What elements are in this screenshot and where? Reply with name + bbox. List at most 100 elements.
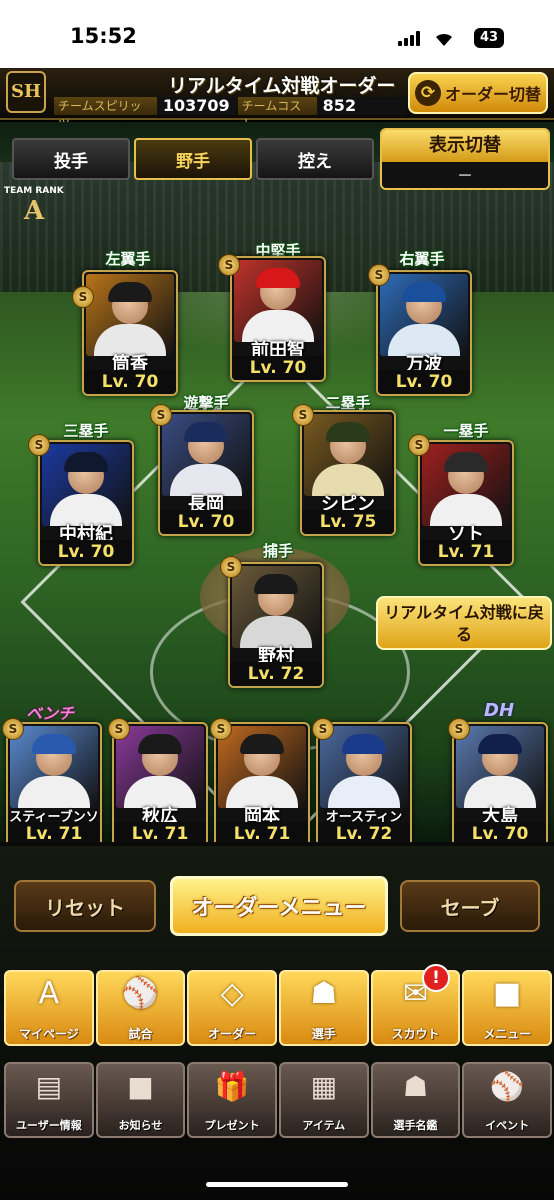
nav-label: イベント: [485, 1119, 530, 1132]
position-label: 三塁手: [63, 422, 109, 440]
display-toggle-label: 表示切替: [382, 130, 548, 162]
team-rank: TEAM RANK A: [4, 186, 64, 232]
player-portrait: [320, 726, 408, 808]
skill-coin-icon: S: [72, 286, 94, 308]
player-portrait: [116, 726, 204, 808]
bench-label: ベンチ: [26, 704, 75, 723]
battery-icon: 43: [474, 28, 504, 48]
nav-label: 選手: [311, 1027, 336, 1041]
save-button[interactable]: セーブ: [400, 880, 540, 932]
player-card[interactable]: 万波 Lv. 70: [376, 270, 472, 396]
nav-icon: ▦: [310, 1070, 338, 1103]
nav-label: 選手名鑑: [393, 1119, 438, 1132]
status-bar: 15:52 43: [0, 0, 554, 68]
player-card[interactable]: 中村紀 Lv. 70: [38, 440, 134, 566]
player-portrait: [456, 726, 544, 808]
swap-order-button[interactable]: ⟳ オーダー切替: [408, 72, 548, 114]
nav-primary-1[interactable]: ⚾ 試合: [95, 970, 186, 1046]
nav-icon: ⚾: [121, 976, 160, 1011]
player-portrait: [218, 726, 306, 808]
team-stats: チームスピリッツ 103709 チームコスト 852: [54, 96, 408, 131]
skill-coin-icon: S: [108, 718, 130, 740]
player-portrait: [162, 414, 250, 496]
tab-reserve[interactable]: 控え: [256, 138, 374, 180]
nav-label: プレゼント: [204, 1119, 260, 1132]
nav-secondary-1[interactable]: ■ お知らせ: [95, 1062, 186, 1138]
skill-coin-icon: S: [28, 434, 50, 456]
nav-label: アイテム: [302, 1119, 346, 1132]
player-card[interactable]: 筒香 Lv. 70: [82, 270, 178, 396]
tab-pitcher[interactable]: 投手: [12, 138, 130, 180]
position-label: 一塁手: [443, 422, 489, 440]
skill-coin-icon: S: [312, 718, 334, 740]
player-portrait: [304, 414, 392, 496]
nav-icon: ⚾: [489, 1070, 525, 1103]
skill-coin-icon: S: [210, 718, 232, 740]
nav-label: マイページ: [18, 1027, 79, 1041]
player-portrait: [422, 444, 510, 526]
player-level: Lv. 72: [230, 662, 322, 686]
nav-icon: ☗: [310, 976, 338, 1011]
player-card[interactable]: シピン Lv. 75: [300, 410, 396, 536]
nav-secondary-5[interactable]: ⚾ イベント: [462, 1062, 553, 1138]
tab-fielder[interactable]: 野手: [134, 138, 252, 180]
nav-icon: A: [38, 976, 60, 1011]
secondary-nav: ▤ ユーザー情報 ■ お知らせ 🎁 プレゼント ▦ アイテム ☗ 選手名鑑 ⚾ イベント: [4, 1062, 553, 1138]
nav-label: スカウト: [391, 1027, 440, 1041]
team-logo: SH: [6, 71, 46, 113]
player-card[interactable]: 大島 Lv. 70: [452, 722, 548, 848]
nav-icon: ▤: [35, 1070, 63, 1103]
nav-primary-0[interactable]: A マイページ: [4, 970, 94, 1046]
signal-icon: [398, 30, 424, 46]
skill-coin-icon: S: [368, 264, 390, 286]
skill-coin-icon: S: [218, 254, 240, 276]
player-card[interactable]: 長岡 Lv. 70: [158, 410, 254, 536]
nav-secondary-3[interactable]: ▦ アイテム: [279, 1062, 369, 1138]
player-card[interactable]: ソト Lv. 71: [418, 440, 514, 566]
nav-primary-2[interactable]: ◇ オーダー: [187, 970, 278, 1046]
team-cost-label: チームコスト: [237, 97, 317, 131]
player-level: Lv. 70: [40, 540, 132, 564]
player-card[interactable]: オースティン Lv. 72: [316, 722, 412, 848]
player-portrait: [232, 566, 320, 648]
wifi-icon: [436, 33, 452, 46]
back-to-realtime-button[interactable]: リアルタイム対戦に戻る: [376, 596, 552, 650]
player-card[interactable]: 岡本 Lv. 71: [214, 722, 310, 848]
skill-coin-icon: S: [448, 718, 470, 740]
player-card[interactable]: 前田智 Lv. 70: [230, 256, 326, 382]
team-spirits-value: 103709: [156, 97, 236, 115]
player-level: Lv. 70: [378, 370, 470, 394]
nav-label: オーダー: [208, 1027, 257, 1041]
player-level: Lv. 70: [232, 356, 324, 380]
nav-secondary-0[interactable]: ▤ ユーザー情報: [4, 1062, 94, 1138]
player-card[interactable]: スティーブンソンLv. 71: [6, 722, 102, 848]
order-header: SH リアルタイム対戦オーダー チームスピリッツ 103709 チームコスト 8…: [0, 68, 554, 131]
player-card[interactable]: 野村 Lv. 72: [228, 562, 324, 688]
team-rank-label: TEAM RANK: [4, 186, 64, 196]
player-level: Lv. 70: [84, 370, 176, 394]
nav-label: お知らせ: [118, 1119, 163, 1132]
nav-icon: ☗: [402, 1070, 429, 1103]
order-menu-button[interactable]: オーダーメニュー: [170, 876, 388, 936]
display-toggle-button[interactable]: 表示切替 －: [380, 128, 550, 190]
nav-secondary-4[interactable]: ☗ 選手名鑑: [370, 1062, 461, 1138]
position-label: 捕手: [262, 542, 293, 560]
status-time: 15:52: [70, 24, 137, 48]
nav-secondary-2[interactable]: 🎁 プレゼント: [187, 1062, 278, 1138]
nav-primary-3[interactable]: ☗ 選手: [279, 970, 369, 1046]
nav-icon: ■: [493, 976, 522, 1011]
nav-icon: ◇: [220, 976, 244, 1011]
display-toggle-value: －: [382, 162, 548, 188]
player-portrait: [234, 260, 322, 342]
player-portrait: [86, 274, 174, 356]
player-card[interactable]: 秋広 Lv. 71: [112, 722, 208, 848]
position-label: 右翼手: [399, 250, 445, 268]
refresh-icon: ⟳: [414, 80, 441, 106]
nav-icon: 🎁: [214, 1070, 250, 1103]
player-portrait: [42, 444, 130, 526]
scout-notification-badge: !: [422, 964, 450, 992]
nav-primary-5[interactable]: ■ メニュー: [462, 970, 553, 1046]
nav-label: メニュー: [483, 1027, 532, 1041]
reset-button[interactable]: リセット: [14, 880, 156, 932]
battery-level: 43: [479, 30, 499, 45]
